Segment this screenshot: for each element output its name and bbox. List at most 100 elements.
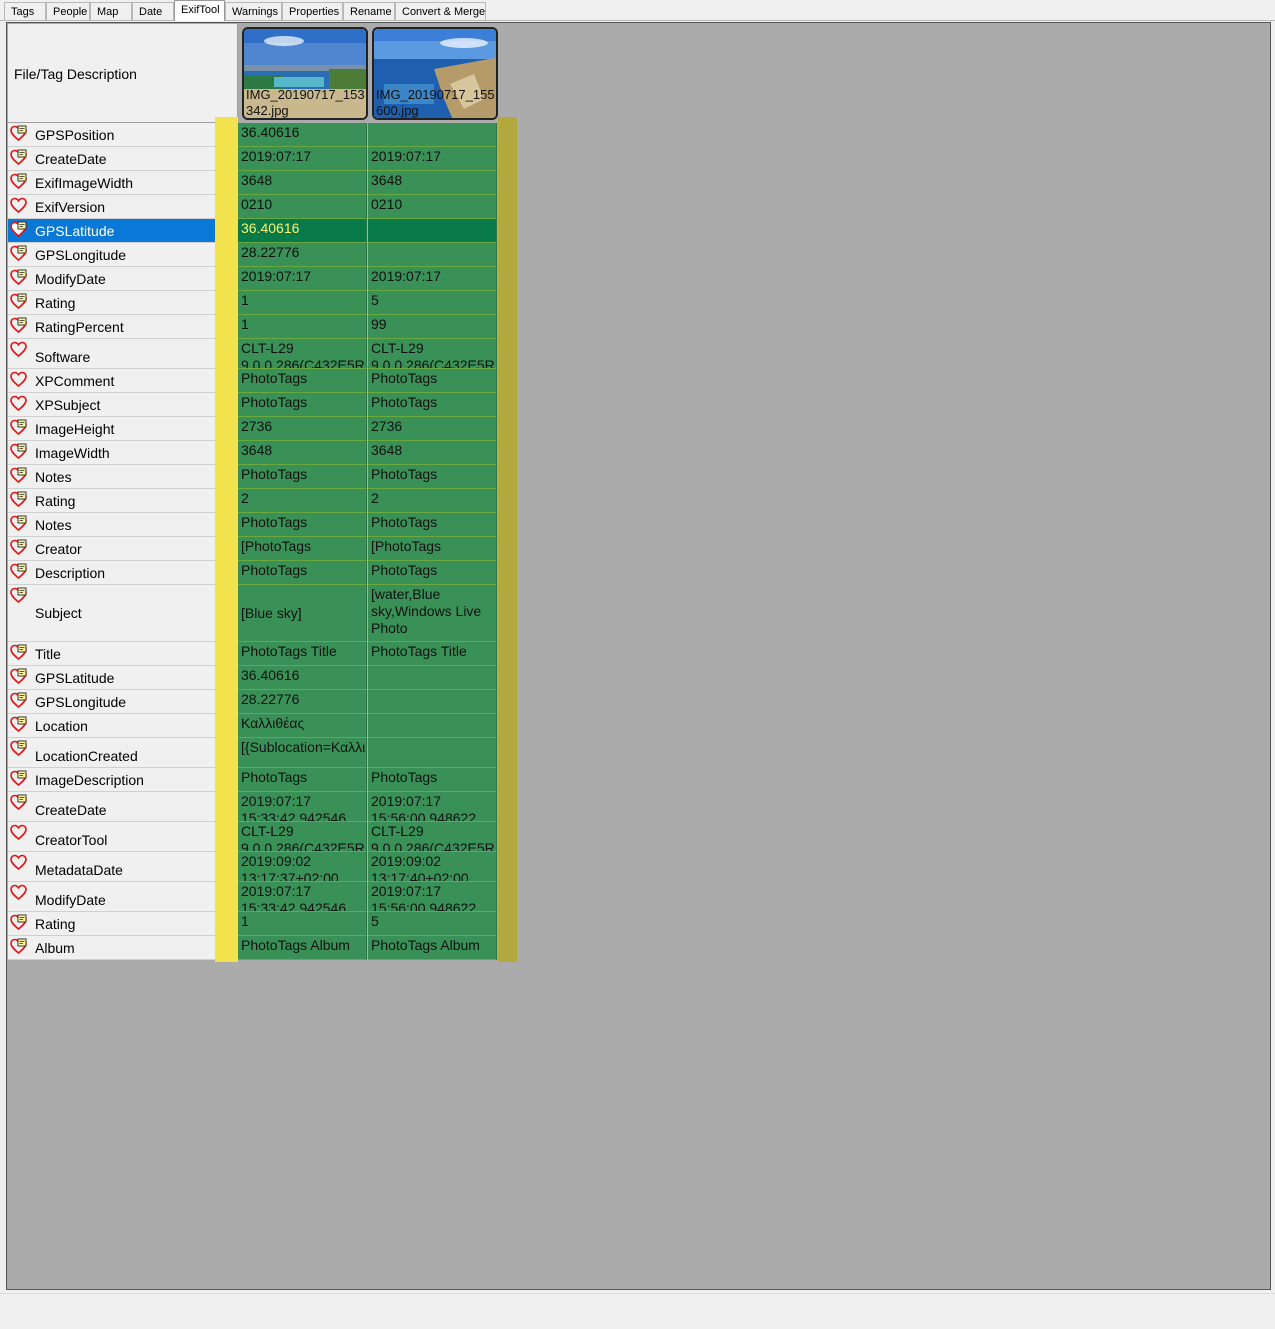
value-cell-file-1[interactable]: PhotoTags	[238, 465, 367, 489]
tag-row-header[interactable]: Notes	[8, 513, 215, 537]
value-cell-file-2[interactable]: PhotoTags	[368, 768, 497, 792]
value-cell-file-2[interactable]: 99	[368, 315, 497, 339]
value-cell-file-1[interactable]: Καλλιθέας	[238, 714, 367, 738]
tag-row-header[interactable]: MetadataDate	[8, 852, 215, 882]
tab-tags[interactable]: Tags	[4, 2, 46, 20]
tag-row-header[interactable]: Title	[8, 642, 215, 666]
tag-row-header[interactable]: GPSLongitude	[8, 690, 215, 714]
value-cell-file-2[interactable]	[368, 666, 497, 690]
value-cell-file-1[interactable]: PhotoTags	[238, 561, 367, 585]
file-thumbnail-2[interactable]: IMG_20190717_155600.jpg	[372, 27, 498, 120]
tag-row-header[interactable]: Album	[8, 936, 215, 960]
value-cell-file-2[interactable]	[368, 243, 497, 267]
value-cell-file-1[interactable]: 2736	[238, 417, 367, 441]
value-cell-file-1[interactable]: 2	[238, 489, 367, 513]
value-cell-file-2[interactable]: 2736	[368, 417, 497, 441]
value-cell-file-1[interactable]: PhotoTags	[238, 393, 367, 417]
value-cell-file-2[interactable]: 0210	[368, 195, 497, 219]
value-cell-file-1[interactable]: 36.40616	[238, 666, 367, 690]
tag-row-header[interactable]: XPComment	[8, 369, 215, 393]
tag-row-header[interactable]: Notes	[8, 465, 215, 489]
tag-row-header[interactable]: ExifImageWidth	[8, 171, 215, 195]
tab-warnings[interactable]: Warnings	[225, 2, 282, 20]
value-cell-file-2[interactable]: 3648	[368, 171, 497, 195]
value-cell-file-2[interactable]	[368, 690, 497, 714]
tab-date[interactable]: Date	[132, 2, 174, 20]
value-cell-file-2[interactable]: 5	[368, 291, 497, 315]
value-cell-file-2[interactable]: PhotoTags	[368, 393, 497, 417]
tag-row-header[interactable]: ImageDescription	[8, 768, 215, 792]
tab-people[interactable]: People	[46, 2, 90, 20]
tag-row-header[interactable]: ImageWidth	[8, 441, 215, 465]
value-cell-file-2[interactable]	[368, 738, 497, 768]
value-cell-file-2[interactable]: PhotoTags Title	[368, 642, 497, 666]
value-cell-file-1[interactable]: CLT-L29 9.0.0.286(C432E5R1	[238, 822, 367, 852]
value-cell-file-2[interactable]	[368, 714, 497, 738]
value-cell-file-1[interactable]: 2019:09:02 13:17:37+02:00	[238, 852, 367, 882]
tag-row-header[interactable]: XPSubject	[8, 393, 215, 417]
value-cell-file-2[interactable]: [water,Blue sky,Windows Live Photo	[368, 585, 497, 642]
tag-row-header[interactable]: GPSLatitude	[8, 666, 215, 690]
tab-exiftool[interactable]: ExifTool	[174, 0, 225, 21]
value-cell-file-2[interactable]: 3648	[368, 441, 497, 465]
value-cell-file-1[interactable]: PhotoTags	[238, 513, 367, 537]
tab-properties[interactable]: Properties	[282, 2, 343, 20]
tag-row-header[interactable]: GPSLongitude	[8, 243, 215, 267]
value-cell-file-1[interactable]: 1	[238, 315, 367, 339]
value-cell-file-1[interactable]: 3648	[238, 171, 367, 195]
value-cell-file-2[interactable]: PhotoTags	[368, 561, 497, 585]
tag-row-header[interactable]: CreateDate	[8, 792, 215, 822]
tag-row-header[interactable]: ModifyDate	[8, 882, 215, 912]
value-cell-file-1[interactable]: 36.40616	[238, 219, 367, 243]
tag-row-header[interactable]: Rating	[8, 291, 215, 315]
value-cell-file-1[interactable]: [PhotoTags	[238, 537, 367, 561]
value-cell-file-2[interactable]: PhotoTags	[368, 465, 497, 489]
tab-map[interactable]: Map	[90, 2, 132, 20]
value-cell-file-1[interactable]: 1	[238, 291, 367, 315]
value-cell-file-1[interactable]: 3648	[238, 441, 367, 465]
value-cell-file-1[interactable]: 0210	[238, 195, 367, 219]
value-cell-file-2[interactable]: 2019:07:17	[368, 267, 497, 291]
value-cell-file-2[interactable]	[368, 219, 497, 243]
tag-row-header[interactable]: ExifVersion	[8, 195, 215, 219]
tab-convert-merge[interactable]: Convert & Merge	[395, 2, 486, 20]
value-cell-file-1[interactable]: 1	[238, 912, 367, 936]
value-cell-file-1[interactable]: PhotoTags Album	[238, 936, 367, 960]
tag-row-header[interactable]: RatingPercent	[8, 315, 215, 339]
value-cell-file-1[interactable]: 28.22776	[238, 690, 367, 714]
value-cell-file-2[interactable]: 2019:09:02 13:17:40+02:00	[368, 852, 497, 882]
value-cell-file-1[interactable]: 2019:07:17 15:33:42.942546	[238, 882, 367, 912]
tag-row-header[interactable]: GPSLatitude	[8, 219, 215, 243]
tab-rename[interactable]: Rename	[343, 2, 395, 20]
tag-row-header[interactable]: CreatorTool	[8, 822, 215, 852]
value-cell-file-2[interactable]: 2019:07:17 15:56:00.948622	[368, 792, 497, 822]
value-cell-file-1[interactable]: 36.40616	[238, 123, 367, 147]
tag-row-header[interactable]: LocationCreated	[8, 738, 215, 768]
tag-row-header[interactable]: Location	[8, 714, 215, 738]
value-cell-file-1[interactable]: PhotoTags Title	[238, 642, 367, 666]
tag-row-header[interactable]: Creator	[8, 537, 215, 561]
value-cell-file-2[interactable]: PhotoTags	[368, 369, 497, 393]
value-cell-file-1[interactable]: PhotoTags	[238, 768, 367, 792]
tag-row-header[interactable]: GPSPosition	[8, 123, 215, 147]
value-cell-file-1[interactable]: [Blue sky]	[238, 585, 367, 642]
value-cell-file-2[interactable]: CLT-L29 9.0.0.286(C432E5R1	[368, 822, 497, 852]
value-cell-file-2[interactable]	[368, 123, 497, 147]
tag-row-header[interactable]: CreateDate	[8, 147, 215, 171]
exiftool-panel[interactable]: File/Tag Description IMG_20190717_153342…	[6, 22, 1271, 1290]
value-cell-file-1[interactable]: 2019:07:17 15:33:42.942546	[238, 792, 367, 822]
value-cell-file-1[interactable]: 28.22776	[238, 243, 367, 267]
value-cell-file-2[interactable]: PhotoTags Album	[368, 936, 497, 960]
tag-row-header[interactable]: Description	[8, 561, 215, 585]
tag-row-header[interactable]: ImageHeight	[8, 417, 215, 441]
value-cell-file-2[interactable]: 2	[368, 489, 497, 513]
tag-row-header[interactable]: Software	[8, 339, 215, 369]
value-cell-file-1[interactable]: CLT-L29 9.0.0.286(C432E5R1	[238, 339, 367, 369]
value-cell-file-2[interactable]: CLT-L29 9.0.0.286(C432E5R1	[368, 339, 497, 369]
value-cell-file-2[interactable]: 2019:07:17 15:56:00.948622	[368, 882, 497, 912]
value-cell-file-2[interactable]: [PhotoTags	[368, 537, 497, 561]
tag-row-header[interactable]: ModifyDate	[8, 267, 215, 291]
value-cell-file-2[interactable]: 2019:07:17	[368, 147, 497, 171]
tag-row-header[interactable]: Subject	[8, 585, 215, 642]
value-cell-file-1[interactable]: PhotoTags	[238, 369, 367, 393]
